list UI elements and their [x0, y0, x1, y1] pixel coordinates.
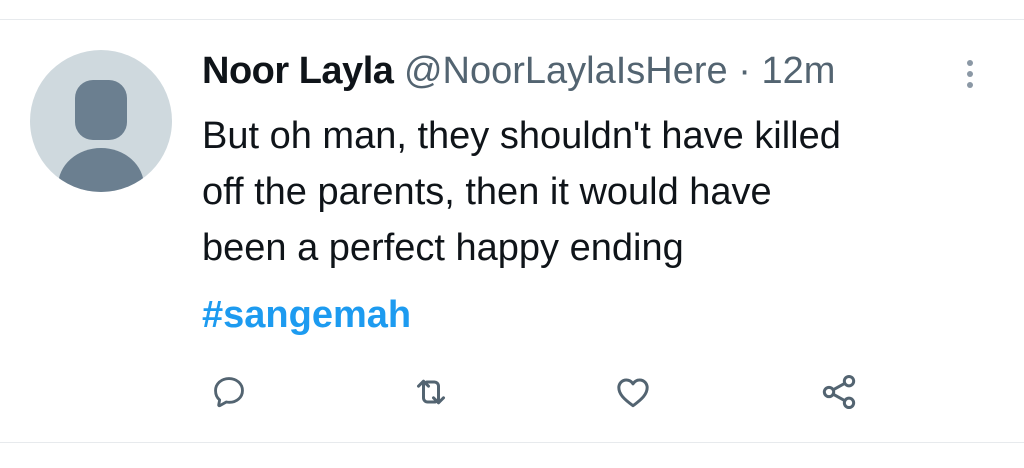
hashtag-link[interactable]: #sangemah [202, 287, 411, 343]
more-vertical-icon[interactable] [962, 56, 978, 92]
divider [0, 442, 1024, 443]
tweet-card[interactable]: Noor Layla @NoorLaylaIsHere · 12m But oh… [0, 0, 1024, 468]
more-dot [967, 71, 973, 77]
avatar-body-shape [58, 148, 144, 192]
divider [0, 19, 1024, 20]
tweet-text-line: been a perfect happy ending [202, 227, 684, 269]
like-button[interactable] [609, 368, 657, 416]
tweet-text-line: But oh man, they shouldn't have killed [202, 115, 841, 157]
avatar[interactable] [30, 50, 172, 192]
more-dot [967, 60, 973, 66]
retweet-icon [417, 379, 445, 405]
reply-button[interactable] [205, 368, 253, 416]
author-handle[interactable]: @NoorLaylaIsHere [404, 50, 728, 92]
heart-icon [617, 378, 649, 408]
tweet-header: Noor Layla @NoorLaylaIsHere · 12m [202, 48, 835, 94]
avatar-head-shape [75, 80, 127, 140]
author-name[interactable]: Noor Layla [202, 50, 394, 92]
tweet-timestamp[interactable]: 12m [761, 50, 835, 92]
tweet-text: But oh man, they shouldn't have killed o… [202, 108, 1002, 276]
retweet-button[interactable] [407, 368, 455, 416]
share-icon [822, 375, 856, 409]
reply-icon [214, 377, 244, 408]
share-button[interactable] [815, 368, 863, 416]
separator-dot: · [738, 50, 751, 92]
tweet-text-line: off the parents, then it would have [202, 171, 772, 213]
more-dot [967, 82, 973, 88]
